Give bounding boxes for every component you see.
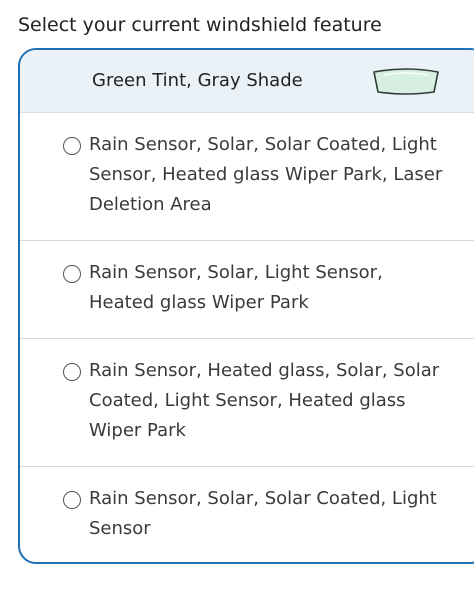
radio-button[interactable] bbox=[63, 363, 81, 381]
feature-option-label: Rain Sensor, Solar, Light Sensor, Heated… bbox=[89, 262, 383, 313]
selected-feature-label: Green Tint, Gray Shade bbox=[92, 70, 303, 91]
feature-option[interactable]: Rain Sensor, Heated glass, Solar, Solar … bbox=[20, 339, 474, 467]
page-prompt: Select your current windshield feature bbox=[18, 14, 382, 36]
feature-option-label: Rain Sensor, Solar, Solar Coated, Light … bbox=[89, 488, 437, 539]
radio-button[interactable] bbox=[63, 491, 81, 509]
feature-option[interactable]: Rain Sensor, Solar, Solar Coated, Light … bbox=[20, 113, 474, 241]
feature-option-label: Rain Sensor, Solar, Solar Coated, Light … bbox=[89, 134, 443, 215]
feature-option-label: Rain Sensor, Heated glass, Solar, Solar … bbox=[89, 360, 440, 441]
radio-button[interactable] bbox=[63, 265, 81, 283]
windshield-icon bbox=[373, 68, 439, 95]
windshield-feature-selector: Green Tint, Gray Shade Rain Sensor, Sola… bbox=[18, 48, 474, 564]
radio-button[interactable] bbox=[63, 137, 81, 155]
selected-feature-header[interactable]: Green Tint, Gray Shade bbox=[20, 50, 474, 113]
feature-option[interactable]: Rain Sensor, Solar, Light Sensor, Heated… bbox=[20, 241, 474, 339]
feature-option[interactable]: Rain Sensor, Solar, Solar Coated, Light … bbox=[20, 467, 474, 562]
